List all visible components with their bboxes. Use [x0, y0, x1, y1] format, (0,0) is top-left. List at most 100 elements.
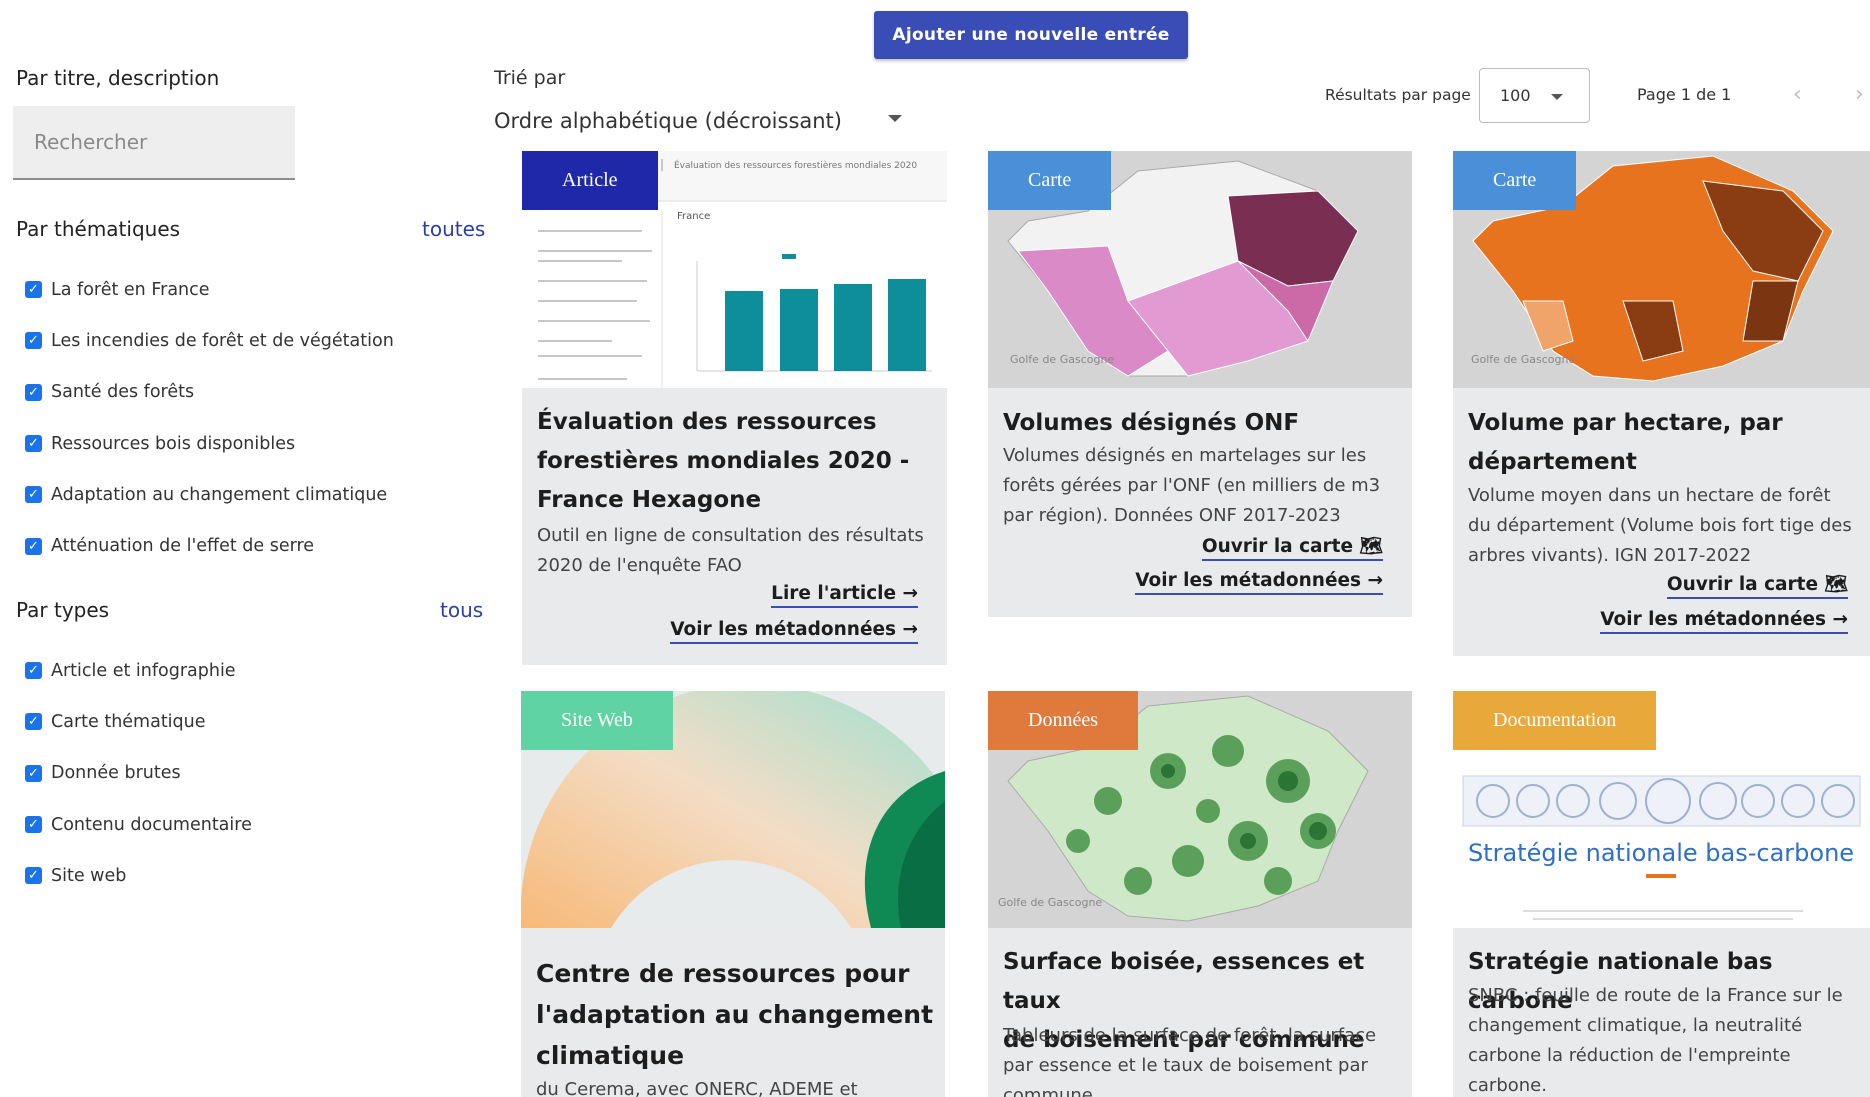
card-title-line: France Hexagone: [537, 487, 762, 513]
card-website: Site Web Centre de ressources pour l'ada…: [521, 691, 945, 1097]
checkbox-checked-icon[interactable]: ✓: [25, 486, 42, 504]
type-label: Site web: [51, 865, 127, 886]
theme-checkbox-item[interactable]: ✓ Atténuation de l'effet de serre: [25, 520, 394, 571]
checkbox-checked-icon[interactable]: ✓: [25, 713, 42, 731]
view-metadata-link[interactable]: Voir les métadonnées →: [1600, 609, 1848, 634]
thumb-header-text: Évaluation des ressources forestières mo…: [674, 159, 917, 171]
view-metadata-link[interactable]: Voir les métadonnées →: [670, 619, 918, 644]
type-label: Donnée brutes: [51, 763, 181, 784]
map-label-text: Golfe de Gascogne: [1471, 353, 1575, 366]
card-desc-line: carbone la réduction de l'empreinte: [1468, 1045, 1791, 1066]
themes-select-all-link[interactable]: toutes: [422, 217, 485, 241]
card-desc-line: par région). Données ONF 2017-2023: [1003, 505, 1341, 526]
badge-label: Carte: [1028, 169, 1072, 191]
type-checkbox-item[interactable]: ✓ Donnée brutes: [25, 748, 252, 799]
read-article-link[interactable]: Lire l'article →: [771, 583, 918, 608]
card-description: Volumes désignés en martelages sur les f…: [1003, 441, 1380, 531]
type-label: Contenu documentaire: [51, 814, 252, 835]
card-map-volume: Golfe de Gascogne Carte Volume par hecta…: [1453, 151, 1870, 656]
caret-down-icon: [1551, 94, 1563, 100]
checkbox-checked-icon[interactable]: ✓: [25, 537, 42, 555]
card-desc-line: arbres vivants). IGN 2017-2022: [1468, 545, 1752, 566]
card-desc-line: forêts gérées par l'ONF (en milliers de …: [1003, 475, 1381, 496]
card-desc-line: du département (Volume bois fort tige de…: [1468, 515, 1852, 536]
card-article: Évaluation des ressources forestières mo…: [522, 151, 947, 665]
types-checkbox-list: ✓ Article et infographie ✓ Carte thématiqu…: [25, 645, 252, 901]
types-select-all-link[interactable]: tous: [440, 598, 483, 622]
open-map-link[interactable]: Ouvrir la carte 🗺: [1666, 573, 1848, 599]
chevron-left-icon[interactable]: ‹: [1793, 82, 1802, 107]
badge-label: Article: [562, 169, 618, 191]
filter-sidebar: Par titre, description Par thématiques t…: [0, 0, 490, 1097]
chart-bar: [888, 279, 926, 371]
checkbox-checked-icon[interactable]: ✓: [25, 662, 42, 680]
chart-bar: [780, 289, 818, 371]
thumb-country-text: France: [677, 211, 710, 222]
type-label: Article et infographie: [51, 660, 236, 681]
card-title-line: département: [1468, 449, 1637, 475]
theme-checkbox-item[interactable]: ✓ La forêt en France: [25, 264, 394, 315]
search-input[interactable]: [13, 106, 295, 180]
sort-value: Ordre alphabétique (décroissant): [494, 109, 842, 133]
card-desc-line: commune: [1003, 1085, 1093, 1097]
card-desc-line: changement climatique, la neutralité: [1468, 1015, 1803, 1036]
badge-label: Site Web: [561, 709, 633, 731]
card-title-line: l'adaptation au changement: [536, 1000, 934, 1029]
card-title-line: forestières mondiales 2020 -: [537, 448, 910, 474]
type-checkbox-item[interactable]: ✓ Carte thématique: [25, 696, 252, 747]
type-label: Carte thématique: [51, 711, 206, 732]
card-desc-line: 2020 de l'enquête FAO: [537, 555, 742, 576]
theme-label: Adaptation au changement climatique: [51, 484, 388, 505]
checkbox-checked-icon[interactable]: ✓: [25, 281, 42, 299]
types-title: Par types: [16, 598, 110, 622]
type-checkbox-item[interactable]: ✓ Contenu documentaire: [25, 799, 252, 850]
results-per-page-select[interactable]: 100: [1479, 68, 1590, 123]
card-description: Volume moyen dans un hectare de forêt du…: [1468, 481, 1852, 571]
card-desc-line: Outil en ligne de consultation des résul…: [537, 525, 924, 546]
card-desc-line: Volume moyen dans un hectare de forêt: [1468, 485, 1831, 506]
theme-checkbox-item[interactable]: ✓ Ressources bois disponibles: [25, 418, 394, 469]
themes-title: Par thématiques: [16, 217, 181, 241]
checkbox-checked-icon[interactable]: ✓: [25, 867, 42, 885]
theme-checkbox-item[interactable]: ✓ Adaptation au changement climatique: [25, 469, 394, 520]
chart-bar: [834, 284, 872, 371]
view-metadata-link[interactable]: Voir les métadonnées →: [1135, 570, 1383, 595]
card-documentation: Stratégie nationale bas-carbone Document…: [1453, 691, 1870, 1097]
card-map-onf: Golfe de Gascogne Carte Volumes désignés…: [988, 151, 1412, 617]
card-type-badge: Article: [522, 151, 658, 210]
add-entry-button[interactable]: Ajouter une nouvelle entrée: [874, 11, 1188, 59]
open-map-link[interactable]: Ouvrir la carte 🗺: [1201, 535, 1383, 561]
theme-checkbox-item[interactable]: ✓ Santé des forêts: [25, 367, 394, 418]
caret-down-icon: [888, 115, 902, 122]
card-description: Tableurs de la surface de forêt, la surf…: [1003, 1021, 1376, 1097]
card-desc-line: SNBC : feuille de route de la France sur…: [1468, 985, 1843, 1006]
checkbox-checked-icon[interactable]: ✓: [25, 332, 42, 350]
card-title-line: Centre de ressources pour: [536, 959, 910, 988]
card-desc-line: Tableurs de la surface de forêt, la surf…: [1003, 1025, 1377, 1046]
checkbox-checked-icon[interactable]: ✓: [25, 435, 42, 453]
map-label-text: Golfe de Gascogne: [1010, 353, 1114, 366]
badge-label: Carte: [1493, 169, 1537, 191]
card-desc-line: du Cerema, avec ONERC, ADEME et: [536, 1079, 858, 1097]
type-checkbox-item[interactable]: ✓ Article et infographie: [25, 645, 252, 696]
card-type-badge: Site Web: [521, 691, 673, 750]
card-title-line: climatique: [536, 1041, 685, 1070]
type-checkbox-item[interactable]: ✓ Site web: [25, 850, 252, 901]
card-type-badge: Données: [988, 691, 1138, 750]
theme-label: Atténuation de l'effet de serre: [51, 536, 315, 557]
chevron-right-icon[interactable]: ›: [1855, 82, 1864, 107]
thumb-title-text: Stratégie nationale bas-carbone: [1468, 839, 1854, 867]
sort-select[interactable]: Ordre alphabétique (décroissant): [494, 103, 914, 139]
theme-label: Ressources bois disponibles: [51, 433, 296, 454]
checkbox-checked-icon[interactable]: ✓: [25, 383, 42, 401]
card-type-badge: Carte: [1453, 151, 1577, 210]
map-label-text: Golfe de Gascogne: [998, 896, 1102, 909]
theme-label: La forêt en France: [51, 279, 210, 300]
card-title-line: Volume par hectare, par: [1468, 410, 1783, 436]
checkbox-checked-icon[interactable]: ✓: [25, 764, 42, 782]
checkbox-checked-icon[interactable]: ✓: [25, 816, 42, 834]
theme-checkbox-item[interactable]: ✓ Les incendies de forêt et de végétation: [25, 315, 394, 366]
card-type-badge: Carte: [988, 151, 1112, 210]
card-desc-line: carbone.: [1468, 1075, 1547, 1096]
themes-checkbox-list: ✓ La forêt en France ✓ Les incendies de fo…: [25, 264, 394, 572]
